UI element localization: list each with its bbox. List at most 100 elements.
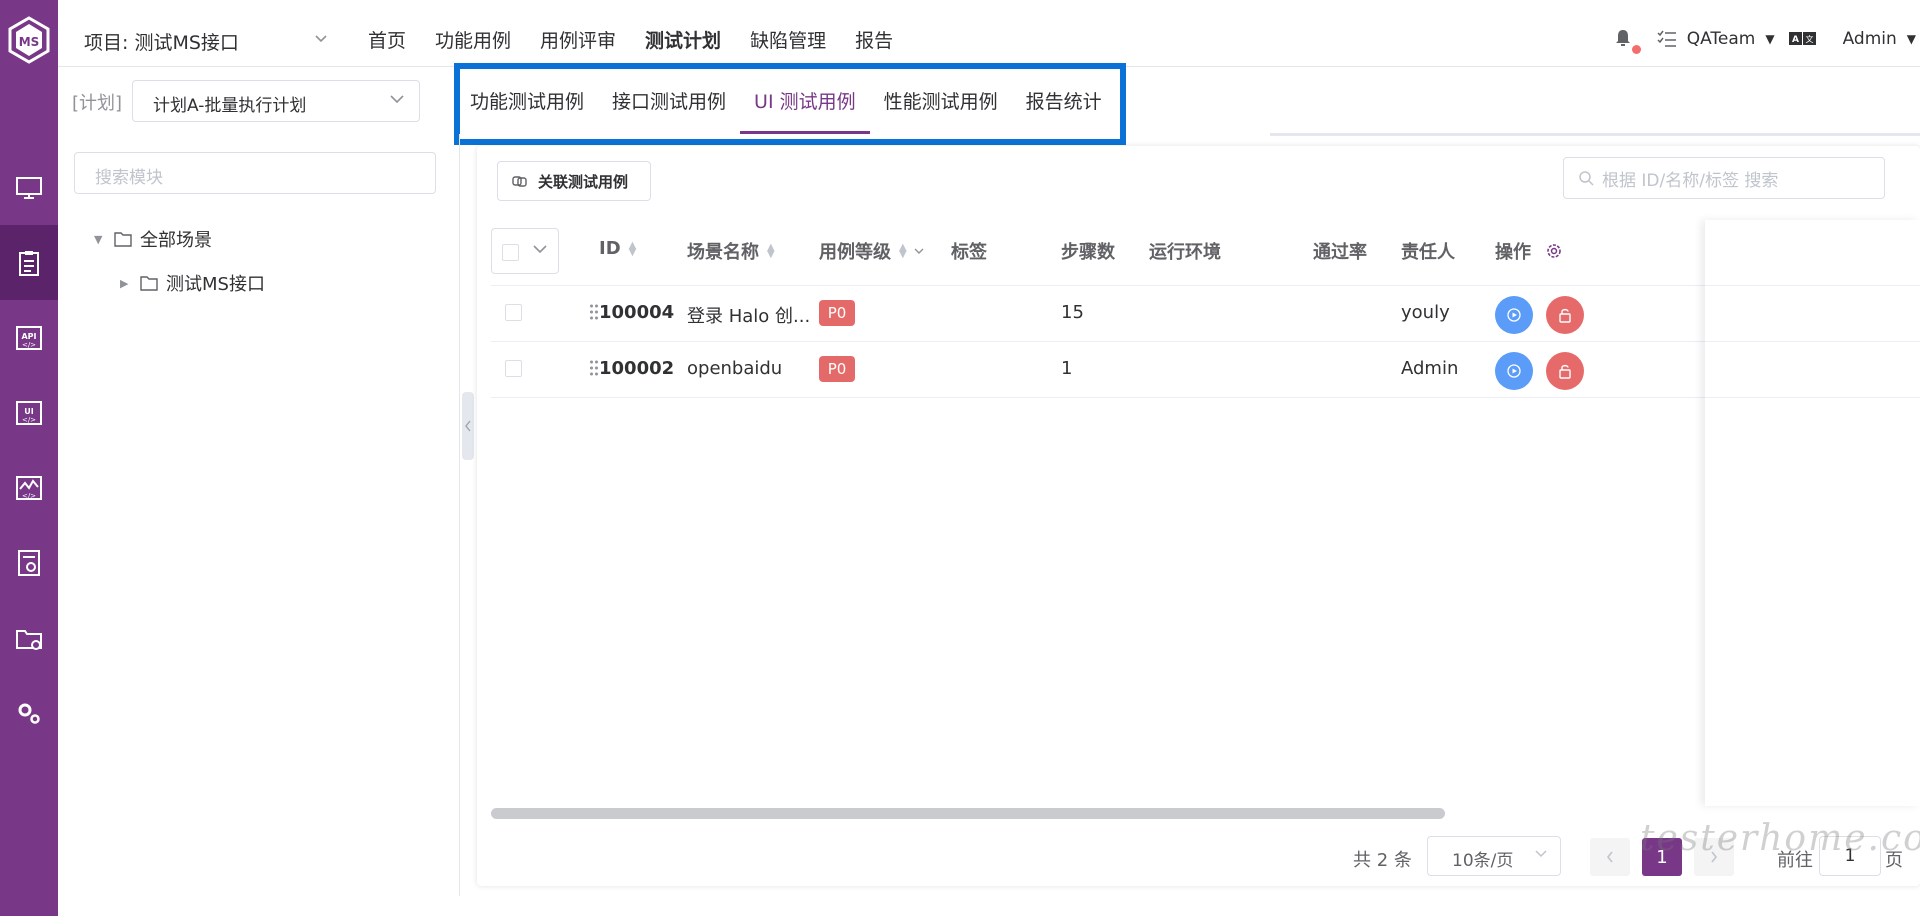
chevron-down-icon — [390, 95, 404, 104]
tab-api-cases[interactable]: 接口测试用例 — [598, 67, 740, 134]
cell-owner: youly — [1401, 302, 1450, 323]
notification-dot — [1631, 45, 1641, 54]
cell-steps: 15 — [1061, 302, 1084, 323]
ms-logo-icon[interactable]: MS — [7, 16, 51, 64]
gear-icon[interactable] — [1545, 242, 1563, 260]
tab-ui-cases[interactable]: UI 测试用例 — [740, 67, 870, 134]
unlink-button[interactable] — [1546, 296, 1584, 334]
page-size-value: 10条/页 — [1452, 851, 1514, 871]
level-badge: P0 — [819, 356, 855, 382]
tree-node-root[interactable]: ▼ 全部场景 — [94, 226, 212, 252]
caret-right-icon[interactable]: ▶ — [120, 277, 140, 290]
prev-page-button[interactable] — [1590, 838, 1630, 876]
caret-down-icon[interactable]: ▼ — [1765, 32, 1774, 46]
tab-report-statistics[interactable]: 报告统计 — [1012, 67, 1116, 134]
table-row[interactable]: 100004 登录 Halo 创... P0 15 youly — [491, 286, 1920, 342]
filter-chevron-icon[interactable] — [913, 246, 925, 256]
user-menu[interactable]: Admin — [1843, 29, 1897, 49]
sidebar-test-plan-icon[interactable] — [0, 225, 58, 300]
page-size-select[interactable]: 10条/页 — [1427, 836, 1561, 876]
watermark-text: testerhome.com — [1640, 818, 1920, 859]
column-header-label: 场景名称 — [687, 242, 759, 263]
sort-icon[interactable]: ▲ ▼ — [899, 243, 907, 260]
chevron-down-icon[interactable] — [532, 243, 548, 255]
unlock-icon — [1559, 308, 1571, 323]
workspace-selector[interactable]: QATeam — [1687, 29, 1756, 49]
tree-node-child[interactable]: ▶ 测试MS接口 — [120, 270, 265, 296]
unlock-icon — [1559, 364, 1571, 379]
case-search-placeholder: 根据 ID/名称/标签 搜索 — [1602, 170, 1779, 191]
module-search-input[interactable]: 搜索模块 — [74, 152, 436, 194]
tree-node-label: 测试MS接口 — [166, 274, 265, 295]
chevron-left-icon — [1606, 851, 1613, 863]
link-test-case-button[interactable]: 关联测试用例 — [497, 161, 651, 201]
collapse-panel-handle[interactable] — [462, 392, 474, 460]
sort-icon[interactable]: ▲ ▼ — [767, 243, 775, 260]
nav-defects[interactable]: 缺陷管理 — [750, 26, 826, 53]
table-row[interactable]: 100002 openbaidu P0 1 Admin — [491, 342, 1920, 398]
run-button[interactable] — [1495, 296, 1533, 334]
sort-icon[interactable]: ▲ ▼ — [629, 240, 637, 257]
column-header-scene-name[interactable]: 场景名称 ▲ ▼ — [687, 238, 775, 264]
case-search-input[interactable]: 根据 ID/名称/标签 搜索 — [1563, 157, 1885, 199]
run-button[interactable] — [1495, 352, 1533, 390]
sidebar-settings-icon[interactable] — [0, 675, 58, 750]
pagination-total: 共 2 条 — [1353, 850, 1412, 871]
bell-icon[interactable] — [1613, 28, 1641, 54]
cell-owner: Admin — [1401, 358, 1459, 379]
caret-down-icon[interactable]: ▼ — [1907, 32, 1916, 46]
table-header: ID ▲ ▼ 场景名称 ▲ ▼ 用例等级 ▲ ▼ 标签 步骤数 运行环境 通过率 责任… — [491, 216, 1920, 286]
column-header-id[interactable]: ID ▲ ▼ — [599, 238, 636, 259]
row-checkbox[interactable] — [505, 304, 522, 321]
cell-id: 100002 — [599, 358, 675, 379]
nav-home[interactable]: 首页 — [368, 26, 406, 53]
sidebar-performance-icon[interactable]: </> — [0, 450, 58, 525]
module-search-placeholder: 搜索模块 — [95, 168, 163, 188]
top-bar: 项目: 测试MS接口 首页 功能用例 用例评审 测试计划 缺陷管理 报告 QAT… — [58, 0, 1920, 67]
select-all-dropdown[interactable] — [491, 228, 559, 274]
search-icon — [1579, 171, 1594, 186]
column-header-label: 用例等级 — [819, 242, 891, 263]
sidebar-ui-icon[interactable]: UI </> — [0, 375, 58, 450]
nav-case-review[interactable]: 用例评审 — [540, 26, 616, 53]
column-header-label: ID — [599, 238, 621, 259]
case-list-card: 关联测试用例 根据 ID/名称/标签 搜索 ID ▲ ▼ 场景名称 ▲ ▼ 用例等级… — [477, 146, 1920, 886]
select-all-checkbox[interactable] — [502, 244, 519, 261]
project-selector[interactable]: 项目: 测试MS接口 — [84, 28, 239, 55]
svg-text:文: 文 — [1805, 34, 1813, 44]
sidebar-report-icon[interactable] — [0, 525, 58, 600]
cell-scene-name[interactable]: openbaidu — [687, 358, 782, 379]
tab-functional-cases[interactable]: 功能测试用例 — [456, 67, 598, 134]
folder-icon — [140, 276, 158, 291]
plan-select[interactable]: 计划A-批量执行计划 — [132, 80, 420, 122]
chevron-down-icon[interactable] — [314, 30, 328, 48]
cell-id: 100004 — [599, 302, 675, 323]
sidebar-workstation-icon[interactable] — [0, 150, 58, 225]
language-switch-icon[interactable]: A文 — [1788, 31, 1817, 47]
sidebar-api-icon[interactable]: API </> — [0, 300, 58, 375]
tab-performance-cases[interactable]: 性能测试用例 — [870, 67, 1012, 134]
nav-report[interactable]: 报告 — [855, 26, 893, 53]
svg-text:UI: UI — [24, 407, 33, 416]
drag-handle-icon[interactable] — [589, 302, 599, 322]
cell-scene-name[interactable]: 登录 Halo 创... — [687, 302, 810, 328]
caret-down-icon[interactable]: ▼ — [94, 233, 114, 246]
unlink-button[interactable] — [1546, 352, 1584, 390]
column-header-pass-rate: 通过率 — [1313, 242, 1367, 263]
svg-text:</>: </> — [22, 492, 36, 500]
drag-handle-icon[interactable] — [589, 358, 599, 378]
horizontal-scrollbar[interactable] — [491, 808, 1445, 819]
nav-functional-cases[interactable]: 功能用例 — [435, 26, 511, 53]
plan-select-value: 计划A-批量执行计划 — [153, 96, 307, 116]
svg-text:A: A — [1792, 35, 1799, 45]
task-list-icon[interactable] — [1657, 30, 1677, 48]
svg-text:</>: </> — [22, 416, 36, 424]
link-icon — [512, 176, 527, 187]
column-header-case-level[interactable]: 用例等级 ▲ ▼ — [819, 238, 925, 264]
sidebar-project-icon[interactable] — [0, 600, 58, 675]
nav-test-plan[interactable]: 测试计划 — [645, 26, 721, 53]
svg-text:</>: </> — [22, 341, 36, 349]
row-checkbox[interactable] — [505, 360, 522, 377]
left-sidebar: MS API </> UI </> </> — [0, 0, 58, 916]
column-header-steps: 步骤数 — [1061, 242, 1115, 263]
